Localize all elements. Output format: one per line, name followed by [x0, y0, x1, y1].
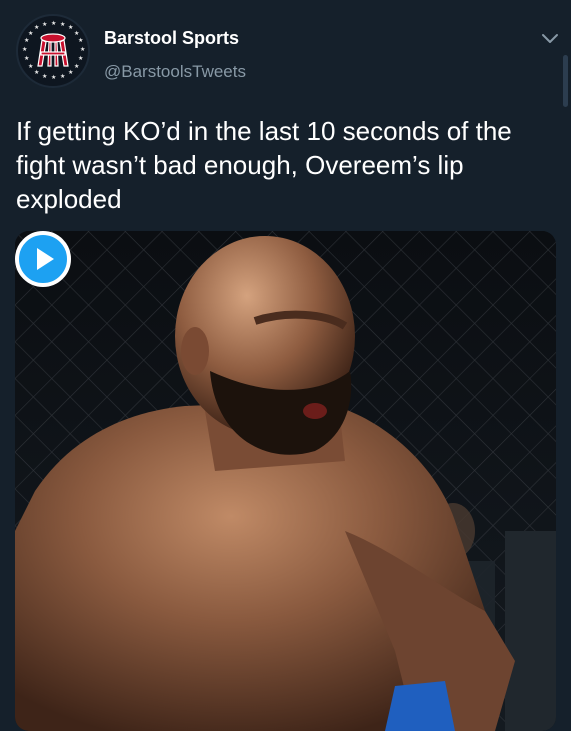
avatar[interactable]: ★ ★ ★ ★ ★ ★ ★ ★ ★ ★ ★ ★ ★ ★ ★ ★ ★ ★ ★ ★ [16, 14, 90, 88]
tweet-header: ★ ★ ★ ★ ★ ★ ★ ★ ★ ★ ★ ★ ★ ★ ★ ★ ★ ★ ★ ★ Barstool Spor… [0, 0, 571, 107]
scrollbar[interactable] [563, 55, 568, 107]
barstool-logo-icon: ★ ★ ★ ★★★ ★★★ ★★★ ★★★ ★★★ ★ ★ [20, 18, 86, 84]
chevron-down-icon[interactable] [539, 27, 561, 49]
svg-text:★: ★ [80, 46, 85, 53]
svg-text:★: ★ [28, 30, 33, 37]
svg-text:★: ★ [22, 46, 27, 53]
svg-text:★: ★ [51, 20, 56, 27]
svg-text:★: ★ [24, 37, 29, 44]
svg-text:★: ★ [28, 63, 33, 70]
svg-text:★: ★ [42, 73, 47, 80]
svg-text:★: ★ [60, 21, 65, 28]
display-name[interactable]: Barstool Sports [104, 28, 239, 49]
svg-text:★: ★ [60, 73, 65, 80]
svg-text:★: ★ [78, 55, 83, 62]
svg-text:★: ★ [78, 37, 83, 44]
svg-text:★: ★ [24, 55, 29, 62]
svg-text:★: ★ [34, 69, 39, 76]
user-handle[interactable]: @BarstoolsTweets [104, 62, 246, 82]
svg-text:★: ★ [68, 69, 73, 76]
svg-text:★: ★ [68, 24, 73, 31]
svg-text:★: ★ [34, 24, 39, 31]
play-icon[interactable] [15, 231, 71, 287]
svg-text:★: ★ [42, 21, 47, 28]
svg-text:★: ★ [74, 30, 79, 37]
video-thumbnail[interactable] [15, 231, 556, 731]
fighter-image [15, 231, 556, 731]
svg-text:★: ★ [74, 63, 79, 70]
tweet-text: If getting KO’d in the last 10 seconds o… [16, 116, 512, 214]
svg-text:★: ★ [51, 74, 56, 81]
